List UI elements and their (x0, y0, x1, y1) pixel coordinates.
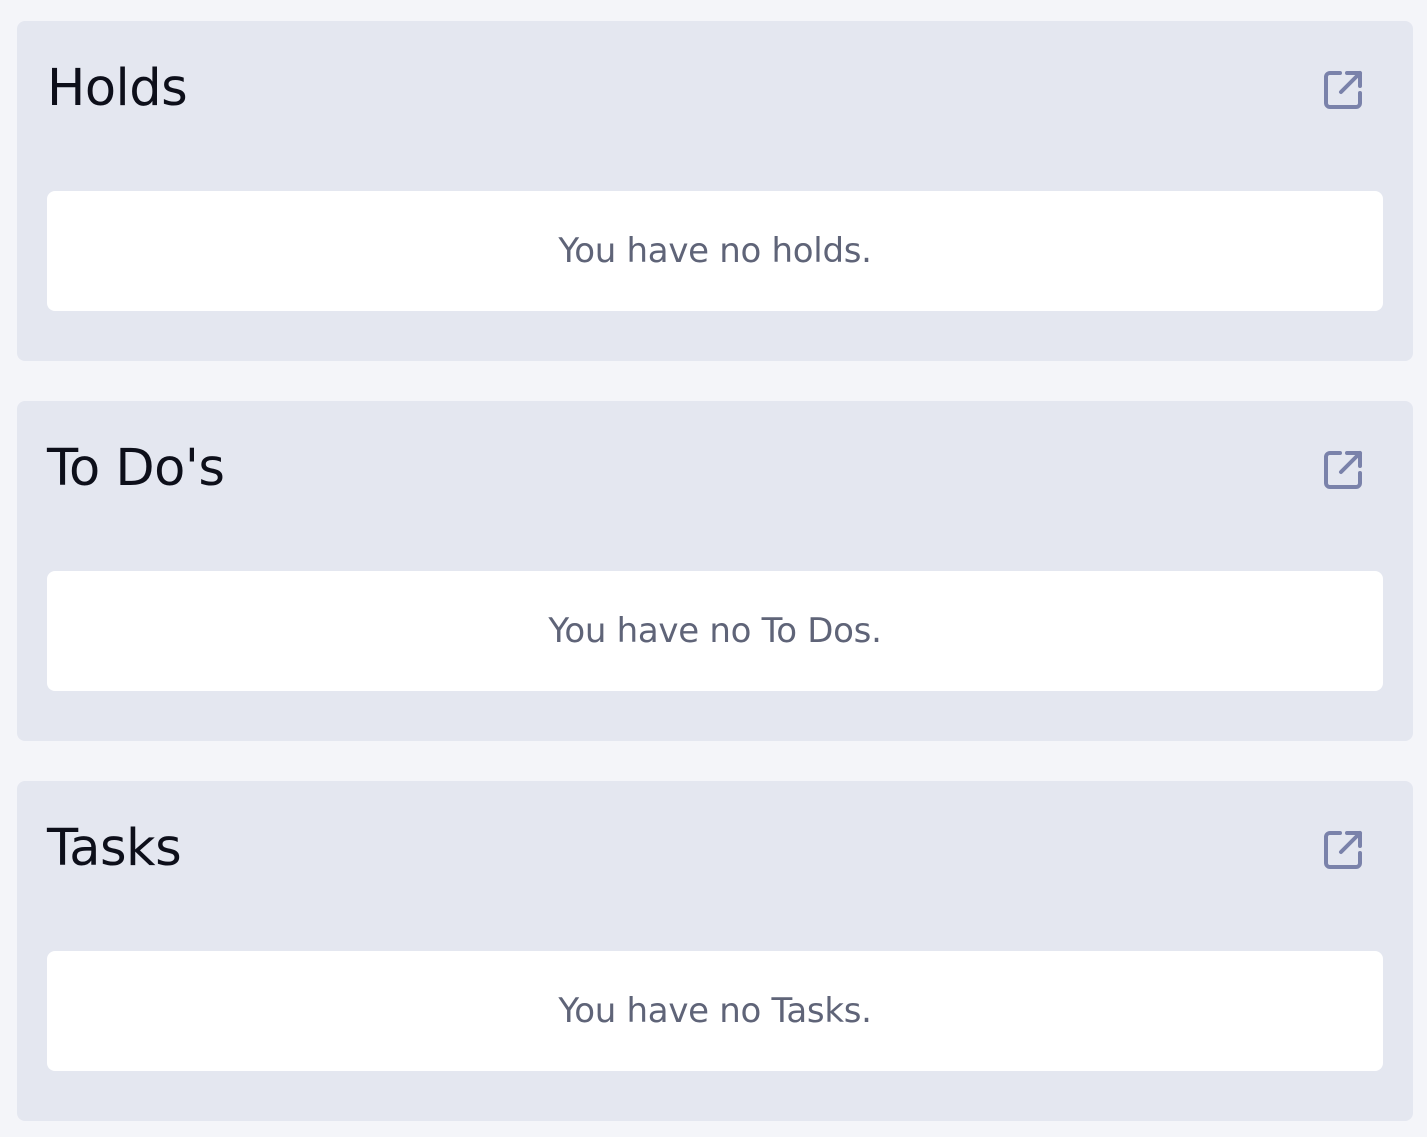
todos-empty-state: You have no To Dos. (47, 571, 1383, 691)
todos-open-button[interactable] (1317, 444, 1369, 496)
holds-title: Holds (47, 59, 188, 118)
open-in-new-icon (1324, 71, 1362, 109)
tasks-panel: Tasks You have no Tasks. (17, 781, 1413, 1121)
holds-empty-state: You have no holds. (47, 191, 1383, 311)
todos-title: To Do's (47, 439, 225, 498)
tasks-empty-state: You have no Tasks. (47, 951, 1383, 1071)
open-in-new-icon (1324, 831, 1362, 869)
holds-panel: Holds You have no holds. (17, 21, 1413, 361)
holds-empty-message: You have no holds. (558, 231, 872, 271)
holds-open-button[interactable] (1317, 64, 1369, 116)
open-in-new-icon (1324, 451, 1362, 489)
todos-panel: To Do's You have no To Dos. (17, 401, 1413, 741)
tasks-title: Tasks (47, 819, 182, 878)
tasks-open-button[interactable] (1317, 824, 1369, 876)
tasks-empty-message: You have no Tasks. (558, 991, 872, 1031)
todos-empty-message: You have no To Dos. (548, 611, 882, 651)
